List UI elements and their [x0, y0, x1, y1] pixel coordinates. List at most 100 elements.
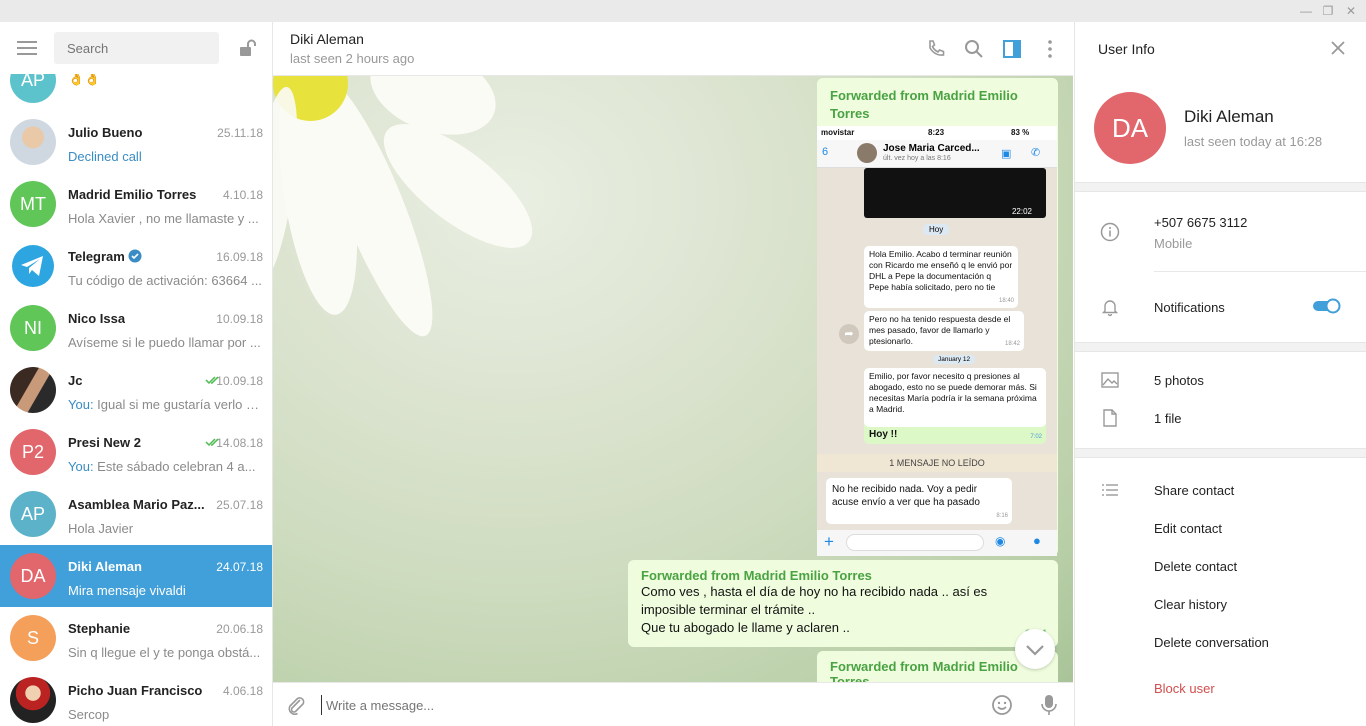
divider — [1075, 342, 1366, 352]
chat-list-item[interactable]: Julio Bueno 25.11.18 Declined call — [0, 111, 272, 173]
maximize-icon[interactable]: ❐ — [1320, 3, 1336, 19]
scroll-down-button[interactable] — [1015, 629, 1055, 669]
chat-name: Diki Aleman — [68, 559, 142, 574]
search-input[interactable] — [54, 32, 219, 64]
avatar — [10, 677, 56, 723]
wa-time: 18:40 — [998, 298, 1014, 304]
chat-list-item[interactable]: Jc 10.09.18 You: Igual si me gustaría verl… — [0, 359, 272, 421]
edit-contact-button[interactable]: Edit contact — [1154, 521, 1222, 536]
minimize-icon[interactable]: — — [1298, 3, 1314, 19]
chat-preview: You: Igual si me gustaría verlo s... — [68, 397, 263, 412]
notifications-toggle[interactable] — [1312, 298, 1342, 314]
close-icon[interactable] — [1330, 40, 1346, 56]
chat-list-item[interactable]: NI Nico Issa 10.09.18 Avíseme si le puedo l… — [0, 297, 272, 359]
chat-preview: Sin q llegue el y te ponga obstá... — [68, 645, 263, 660]
chat-preview-text: Igual si me gustaría verlo s... — [93, 397, 263, 412]
chat-list-item[interactable]: MT Madrid Emilio Torres 4.10.18 Hola Xavier… — [0, 173, 272, 235]
wa-bubble-text: Hoy !! — [869, 429, 898, 440]
chat-preview: Hola Javier — [68, 521, 263, 536]
chat-name-text: Nico Issa — [68, 311, 126, 326]
forwarded-text-message[interactable]: Forwarded from Madrid Emilio Torres Como… — [628, 560, 1058, 647]
chat-name-text: Asamblea Mario Paz... — [68, 497, 205, 512]
phone-number[interactable]: +507 6675 3112 — [1154, 215, 1247, 230]
whatsapp-screenshot-image[interactable]: movistar 8:23 83 % 6 Jose Maria Carced..… — [817, 126, 1057, 556]
chat-list-panel: AP 👌👌 Julio Bueno 25.11.18 Declined call MT Ma… — [0, 22, 273, 726]
chat-name: Telegram — [68, 249, 142, 264]
avatar: DA — [10, 553, 56, 599]
avatar — [10, 243, 56, 289]
wa-bubble-text: Emilio, por favor necesito q presiones a… — [869, 371, 1037, 414]
emoji-icon[interactable] — [991, 694, 1013, 716]
chat-date: 4.06.18 — [222, 684, 263, 698]
search-icon[interactable] — [963, 38, 985, 60]
telegram-logo-icon — [12, 245, 54, 287]
delete-contact-button[interactable]: Delete contact — [1154, 559, 1237, 574]
chat-list-item[interactable]: S Stephanie 20.06.18 Sin q llegue el y te p… — [0, 607, 272, 669]
chat-list-item[interactable]: P2 Presi New 2 14.08.18 You: Este sábado ce… — [0, 421, 272, 483]
shared-files[interactable]: 1 file — [1154, 411, 1181, 426]
chat-preview-text: Declined call — [68, 149, 142, 164]
clear-history-button[interactable]: Clear history — [1154, 597, 1227, 612]
wa-bubble-text: Pero no ha tenido respuesta desde el mes… — [869, 314, 1011, 346]
wa-time: 8:16 — [996, 513, 1008, 519]
message-input[interactable] — [321, 695, 921, 715]
chat-list-item[interactable]: Telegram 16.09.18 Tu código de activación:… — [0, 235, 272, 297]
chat-date: 4.10.18 — [222, 188, 263, 202]
bell-icon — [1101, 300, 1119, 317]
chat-preview: Avíseme si le puedo llamar por ... — [68, 335, 263, 350]
attach-icon[interactable] — [285, 694, 307, 716]
whatsapp-header: 6 Jose Maria Carced... últ. vez hoy a la… — [817, 140, 1057, 168]
share-icon: ➦ — [839, 324, 859, 344]
chat-date: 16.09.18 — [216, 250, 263, 264]
share-contact-button[interactable]: Share contact — [1154, 483, 1234, 498]
forwarded-label[interactable]: Forwarded from Madrid Emilio Torres — [830, 87, 1045, 123]
peer-name[interactable]: Diki Aleman — [290, 31, 364, 47]
block-user-button[interactable]: Block user — [1154, 681, 1215, 696]
chat-preview-text: Sin q llegue el y te ponga obstá... — [68, 645, 261, 660]
contact-avatar — [857, 143, 877, 163]
delete-conversation-button[interactable]: Delete conversation — [1154, 635, 1269, 650]
user-status: last seen today at 16:28 — [1184, 134, 1323, 149]
chat-list-item[interactable]: Picho Juan Francisco 4.06.18 Sercop — [0, 669, 272, 726]
chat-name: Madrid Emilio Torres — [68, 187, 196, 202]
chat-name-text: Diki Aleman — [68, 559, 142, 574]
side-panel-toggle-icon[interactable] — [1001, 38, 1023, 60]
you-prefix: You: — [68, 459, 94, 474]
chat-date: 14.08.18 — [216, 436, 263, 450]
chat-preview: Mira mensaje vivaldi — [68, 583, 263, 598]
avatar: P2 — [10, 429, 56, 475]
forwarded-label-cont: Torres — [830, 674, 870, 682]
shared-photos[interactable]: 5 photos — [1154, 373, 1204, 388]
unlock-icon[interactable] — [238, 38, 258, 58]
verified-badge-icon — [128, 249, 142, 263]
message-composer — [273, 682, 1073, 726]
phone-call-icon[interactable] — [925, 38, 947, 60]
divider — [1075, 182, 1366, 192]
forwarded-label[interactable]: Forwarded from Madrid Emilio — [830, 659, 1045, 674]
more-options-icon[interactable] — [1039, 38, 1061, 60]
divider — [1075, 448, 1366, 458]
chat-preview: Hola Xavier , no me llamaste y ... — [68, 211, 263, 226]
forwarded-label[interactable]: Forwarded from Madrid Emilio Torres — [641, 568, 1045, 583]
chat-list: AP 👌👌 Julio Bueno 25.11.18 Declined call MT Ma… — [0, 57, 272, 726]
chat-preview: You: Este sábado celebran 4 a... — [68, 459, 263, 474]
menu-icon[interactable] — [17, 41, 37, 55]
avatar[interactable]: DA — [1094, 92, 1166, 164]
window-titlebar: — ❐ ✕ — [0, 0, 1366, 22]
chat-preview: Declined call — [68, 149, 263, 164]
panel-title: User Info — [1098, 41, 1155, 57]
chat-name-text: Stephanie — [68, 621, 131, 636]
chat-list-item[interactable]: DA Diki Aleman 24.07.18 Mira mensaje vivald… — [0, 545, 272, 607]
chat-name-text: Julio Bueno — [68, 125, 143, 140]
back-count: 6 — [822, 146, 829, 158]
microphone-icon[interactable] — [1038, 693, 1060, 717]
chat-preview-text: Sercop — [68, 707, 110, 722]
close-window-icon[interactable]: ✕ — [1343, 3, 1359, 19]
chat-list-item[interactable]: AP Asamblea Mario Paz... 25.07.18 Hola Javi… — [0, 483, 272, 545]
divider — [1154, 271, 1366, 272]
wa-input-bar: + ◉ ● — [817, 530, 1057, 556]
wa-bubble: Hola Emilio. Acabo d terminar reunión co… — [864, 246, 1018, 308]
chat-name: Jc — [68, 373, 82, 388]
chat-name: Nico Issa — [68, 311, 125, 326]
chat-date: 25.11.18 — [217, 126, 263, 140]
